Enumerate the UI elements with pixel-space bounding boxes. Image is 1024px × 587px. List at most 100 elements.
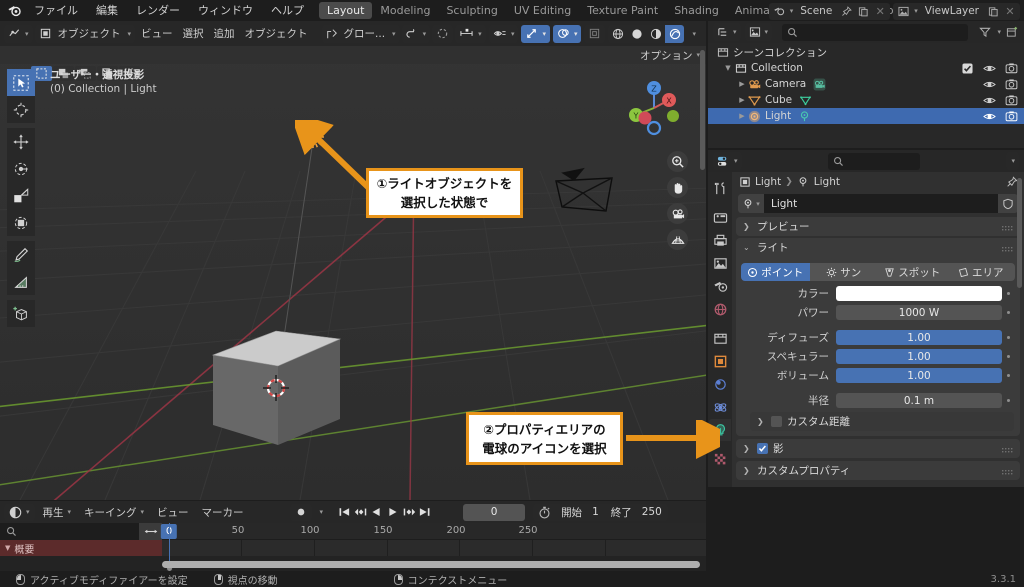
menu-window[interactable]: ウィンドウ [189, 0, 262, 21]
timeline-editor-type-button[interactable]: ▾ [4, 504, 35, 521]
scene-tab-icon[interactable] [709, 275, 731, 297]
data-light-tab-icon[interactable] [709, 419, 731, 441]
snap-dropdown[interactable]: ▾ [402, 25, 431, 43]
exclude-checkbox[interactable] [961, 62, 974, 75]
jump-to-end-button[interactable] [417, 504, 432, 521]
timeline-ruler[interactable]: 50 100 150 200 250 0 [162, 523, 706, 540]
tab-sculpting[interactable]: Sculpting [438, 2, 505, 19]
custom-distance-checkbox[interactable] [771, 416, 782, 427]
outliner-row-light[interactable]: ▶ Light [708, 108, 1024, 124]
fake-user-shield-icon[interactable] [998, 194, 1018, 213]
add-cube-tool-icon[interactable] [7, 300, 35, 327]
properties-editor[interactable]: ▾ ▾ [708, 150, 1024, 487]
collection-tab-icon[interactable] [709, 327, 731, 349]
light-type-area[interactable]: エリア [947, 263, 1016, 281]
select-difference-mode[interactable] [119, 66, 140, 81]
play-reverse-button[interactable] [369, 504, 384, 521]
transform-orientation-dropdown[interactable]: グロー... ▾ [322, 25, 400, 43]
animate-decorator[interactable] [1002, 355, 1015, 358]
breadcrumb-object[interactable]: Light [755, 176, 781, 188]
world-tab-icon[interactable] [709, 298, 731, 320]
panel-shadow-header[interactable]: ❯ 影 [736, 439, 1020, 458]
output-tab-icon[interactable] [709, 229, 731, 251]
outliner-search-input[interactable] [782, 24, 968, 41]
hand-icon[interactable] [667, 177, 688, 198]
select-subtract-mode[interactable] [75, 66, 96, 81]
summary-channel-row[interactable]: ▼ 概要 [0, 540, 162, 556]
outliner-row-camera[interactable]: ▶ Camera [708, 76, 1024, 92]
interaction-mode-dropdown[interactable]: オブジェクト ▾ [35, 25, 136, 43]
eye-icon[interactable] [983, 62, 996, 75]
timeline-menu-marker[interactable]: マーカー [197, 504, 249, 521]
properties-scrollbar[interactable] [1017, 178, 1022, 288]
properties-options-dropdown[interactable]: ▾ [1006, 152, 1019, 170]
timeline-menu-view[interactable]: ビュー [152, 504, 194, 521]
proportional-editing-toggle[interactable] [432, 25, 453, 43]
tool-tab-icon[interactable] [709, 177, 731, 199]
light-datablock-name[interactable]: Light [764, 198, 998, 210]
animate-decorator[interactable] [1002, 399, 1015, 402]
panel-custom-properties-header[interactable]: ❯ カスタムプロパティ [736, 461, 1020, 480]
new-collection-icon[interactable] [1005, 25, 1019, 39]
visibility-dropdown[interactable]: ▾ [489, 25, 519, 43]
zoom-icon[interactable] [667, 151, 688, 172]
outliner-editor[interactable]: ▾ ▾ ▾ シーンコレクション [708, 21, 1024, 148]
navigation-gizmo[interactable]: Z Y X [622, 76, 686, 140]
viewlayer-selector[interactable]: ▾ ViewLayer ✕ [893, 3, 1020, 20]
overlays-toggle[interactable]: ▾ [553, 25, 582, 43]
timeline-menu-keying[interactable]: キーイング▾ [79, 504, 149, 521]
annotate-tool-icon[interactable] [7, 241, 35, 268]
select-intersect-mode[interactable] [97, 66, 118, 81]
timeline-horizontal-scrollbar[interactable] [162, 561, 700, 568]
mesh-data-icon[interactable] [799, 94, 812, 107]
grid-icon[interactable] [667, 229, 688, 250]
scale-tool-icon[interactable] [7, 182, 35, 209]
outliner-display-mode-dropdown[interactable]: ▾ [745, 23, 773, 41]
jump-to-start-button[interactable] [337, 504, 352, 521]
animate-decorator[interactable] [1002, 292, 1015, 295]
eye-icon[interactable] [983, 94, 996, 107]
xray-toggle[interactable] [584, 25, 605, 43]
radius-value[interactable]: 0.1 m [836, 393, 1002, 408]
delete-viewlayer-icon[interactable]: ✕ [1003, 4, 1017, 18]
filter-icon[interactable] [978, 25, 992, 39]
new-viewlayer-icon[interactable] [986, 4, 1000, 18]
camera-render-icon[interactable] [1005, 94, 1018, 107]
camera-render-icon[interactable] [1005, 110, 1018, 123]
viewport-menu-add[interactable]: 追加 [210, 25, 239, 43]
render-tab-icon[interactable] [709, 206, 731, 228]
disclosure-triangle-icon[interactable]: ▼ [722, 64, 734, 72]
gizmo-toggle[interactable]: ▾ [521, 25, 550, 43]
tab-texture-paint[interactable]: Texture Paint [579, 2, 666, 19]
breadcrumb-data[interactable]: Light [814, 176, 840, 188]
viewport-options-dropdown[interactable]: オプション ▾ [640, 47, 700, 63]
power-value[interactable]: 1000 W [836, 305, 1002, 320]
light-type-sun[interactable]: サン [810, 263, 879, 281]
specular-value[interactable]: 1.00 [836, 349, 1002, 364]
animate-decorator[interactable] [1002, 336, 1015, 339]
diffuse-value[interactable]: 1.00 [836, 330, 1002, 345]
jump-to-next-keyframe-button[interactable] [401, 504, 416, 521]
eye-icon[interactable] [983, 110, 996, 123]
keyframe-area[interactable] [162, 540, 706, 556]
properties-search-input[interactable] [828, 153, 920, 170]
auto-keying-toggle[interactable] [290, 504, 312, 521]
shading-material[interactable] [646, 25, 665, 43]
viewport-scrollbar[interactable] [700, 50, 705, 170]
timeline-channels[interactable]: ▼ 概要 [0, 540, 706, 571]
shading-dropdown[interactable]: ▾ [687, 25, 700, 43]
current-frame-field[interactable]: 0 [463, 504, 525, 521]
outliner-editor-type-button[interactable]: ▾ [713, 23, 741, 41]
constraints-tab-icon[interactable] [709, 373, 731, 395]
animate-decorator[interactable] [1002, 374, 1015, 377]
physics-tab-icon[interactable] [709, 396, 731, 418]
volume-value[interactable]: 1.00 [836, 368, 1002, 383]
tab-uv-editing[interactable]: UV Editing [506, 2, 579, 19]
panel-custom-distance-header[interactable]: ❯ カスタム距離 [750, 412, 1014, 431]
light-type-spot[interactable]: スポット [878, 263, 947, 281]
light-type-point[interactable]: ポイント [741, 263, 810, 281]
proportional-falloff-dropdown[interactable]: ▾ [455, 25, 486, 43]
viewport-menu-view[interactable]: ビュー [137, 25, 177, 43]
tab-shading[interactable]: Shading [666, 2, 727, 19]
frame-end-field[interactable]: 終了 250 [605, 504, 668, 521]
